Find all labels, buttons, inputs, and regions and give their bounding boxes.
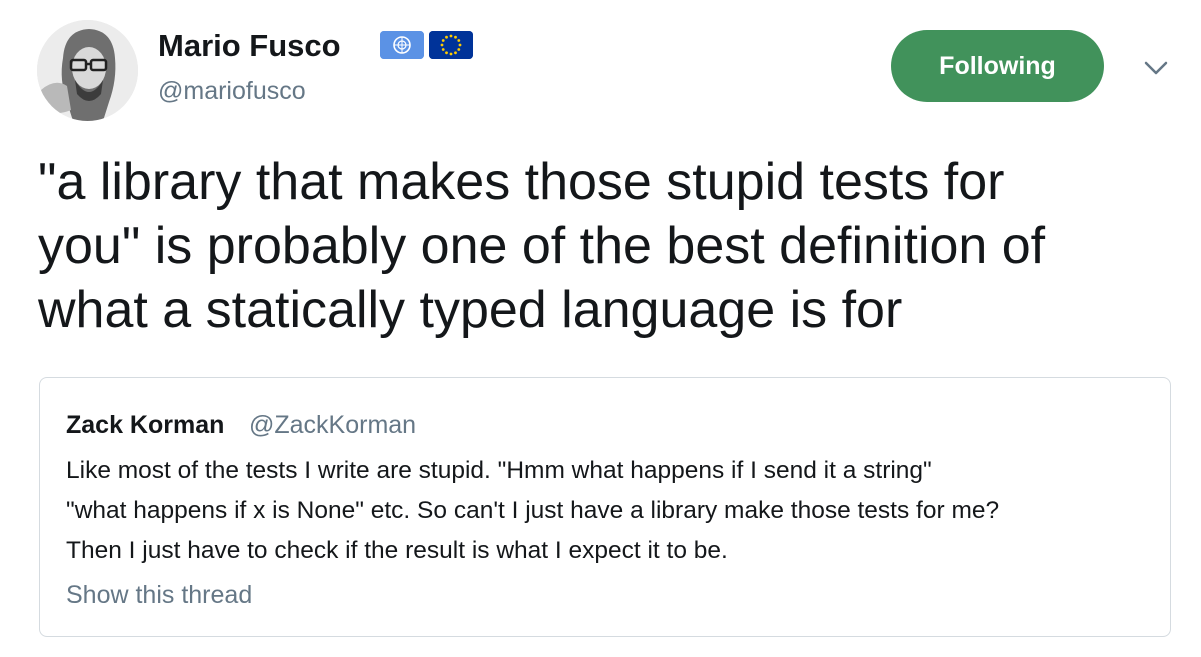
quoted-author-handle: @ZackKorman	[249, 411, 417, 439]
avatar[interactable]	[37, 20, 138, 121]
quoted-author-name: Zack Korman	[66, 411, 225, 439]
tweet-text: "a library that makes those stupid tests…	[38, 153, 1046, 339]
author-name[interactable]: Mario Fusco	[158, 28, 341, 64]
un-flag-icon	[380, 31, 424, 59]
avatar-portrait-icon	[37, 20, 138, 121]
eu-flag-icon	[429, 31, 473, 59]
chevron-down-icon[interactable]	[1143, 58, 1169, 78]
show-thread-link[interactable]: Show this thread	[66, 581, 252, 610]
following-button[interactable]: Following	[891, 30, 1104, 102]
quoted-tweet-text: Like most of the tests I write are stupi…	[66, 457, 1000, 564]
quoted-tweet[interactable]: Zack Korman @ZackKorman Like most of the…	[39, 377, 1171, 637]
author-handle[interactable]: @mariofusco	[158, 77, 306, 106]
